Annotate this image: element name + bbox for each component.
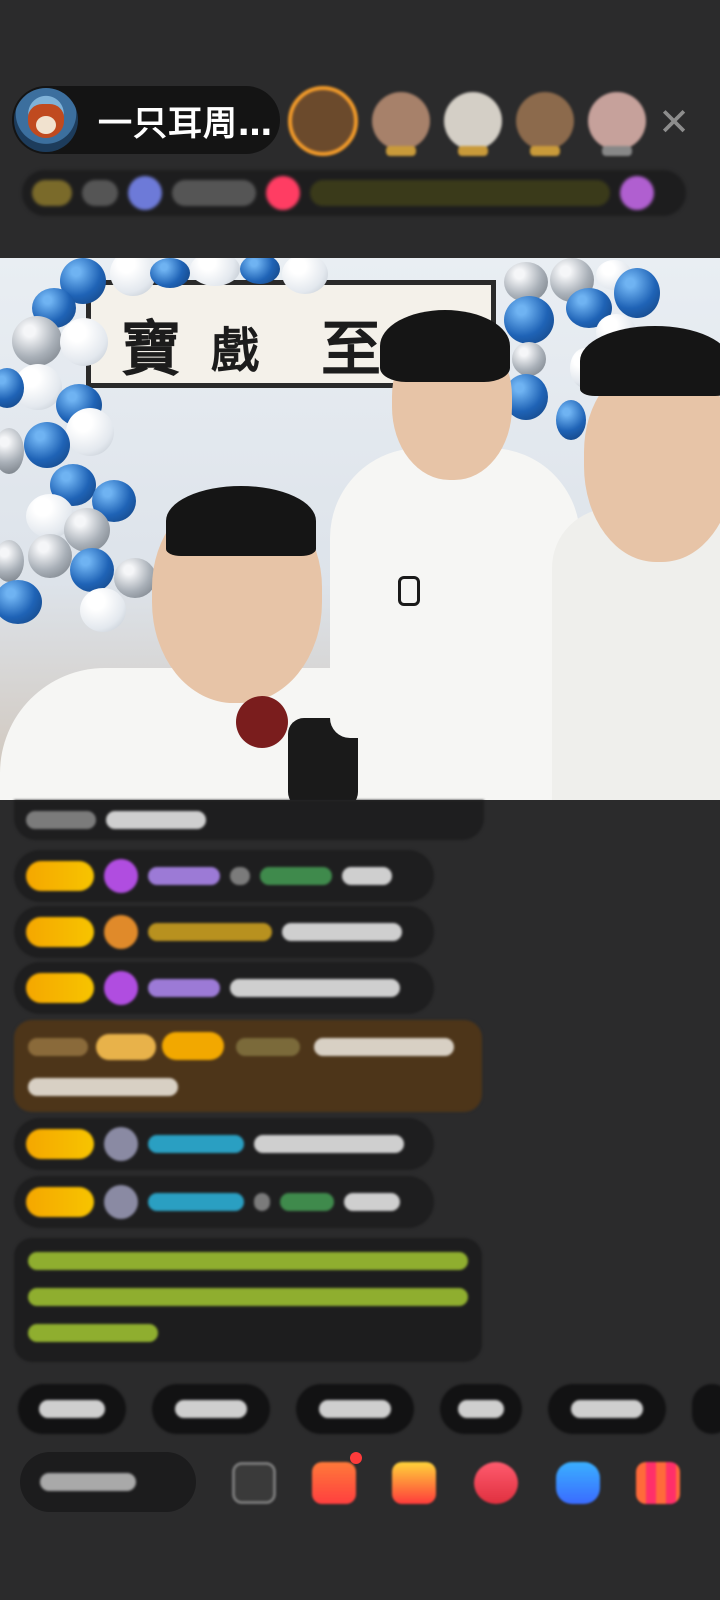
grid-more-icon[interactable] — [636, 1462, 680, 1504]
live-stream-screen: 一只耳周… ✕ 寶 戲 至 心 — [0, 0, 720, 1600]
quick-reply-chip[interactable] — [296, 1384, 414, 1434]
gem-icon — [104, 915, 138, 949]
viewer-avatar[interactable] — [588, 92, 646, 156]
viewer-avatar[interactable] — [372, 92, 430, 156]
chat-message[interactable] — [14, 800, 484, 840]
emoji-icon[interactable] — [232, 1462, 276, 1504]
quick-reply-chip[interactable] — [152, 1384, 270, 1434]
viewer-avatar[interactable] — [444, 92, 502, 156]
fan-badge — [26, 973, 94, 1003]
quick-reply-chip[interactable] — [692, 1384, 720, 1434]
chat-message[interactable] — [14, 1118, 434, 1170]
fan-badge — [26, 1187, 94, 1217]
chat-message[interactable] — [14, 906, 434, 958]
gem-icon — [104, 1185, 138, 1219]
viewer-avatar[interactable] — [288, 86, 358, 156]
gift-box-icon[interactable] — [312, 1462, 356, 1504]
fan-badge — [26, 917, 94, 947]
stream-info-bar[interactable] — [22, 170, 686, 216]
chat-message[interactable] — [14, 962, 434, 1014]
gem-icon — [104, 1127, 138, 1161]
close-icon[interactable]: ✕ — [652, 100, 696, 144]
fan-badge — [26, 861, 94, 891]
quick-reply-chip[interactable] — [440, 1384, 522, 1434]
fan-badge — [26, 1129, 94, 1159]
chat-input[interactable] — [20, 1452, 196, 1512]
chat-input-placeholder — [40, 1473, 136, 1491]
chat-message-highlight[interactable] — [14, 1020, 482, 1112]
host-info-pill[interactable]: 一只耳周… — [12, 86, 280, 154]
quick-reply-row — [18, 1384, 720, 1434]
quick-reply-chip[interactable] — [18, 1384, 126, 1434]
gamepad-icon[interactable] — [556, 1462, 600, 1504]
viewer-avatar[interactable] — [516, 92, 574, 156]
notification-dot — [350, 1452, 362, 1464]
quick-reply-chip[interactable] — [548, 1384, 666, 1434]
chat-message[interactable] — [14, 1176, 434, 1228]
gem-icon — [104, 971, 138, 1005]
heart-icon[interactable] — [474, 1462, 518, 1504]
host-name: 一只耳周… — [98, 103, 273, 144]
chat-message[interactable] — [14, 850, 434, 902]
top-viewers — [288, 84, 646, 158]
present-icon[interactable] — [392, 1462, 436, 1504]
system-notice — [14, 1238, 482, 1362]
video-feed[interactable]: 寶 戲 至 心 — [0, 258, 720, 800]
gem-icon — [104, 859, 138, 893]
host-avatar[interactable] — [14, 88, 78, 152]
